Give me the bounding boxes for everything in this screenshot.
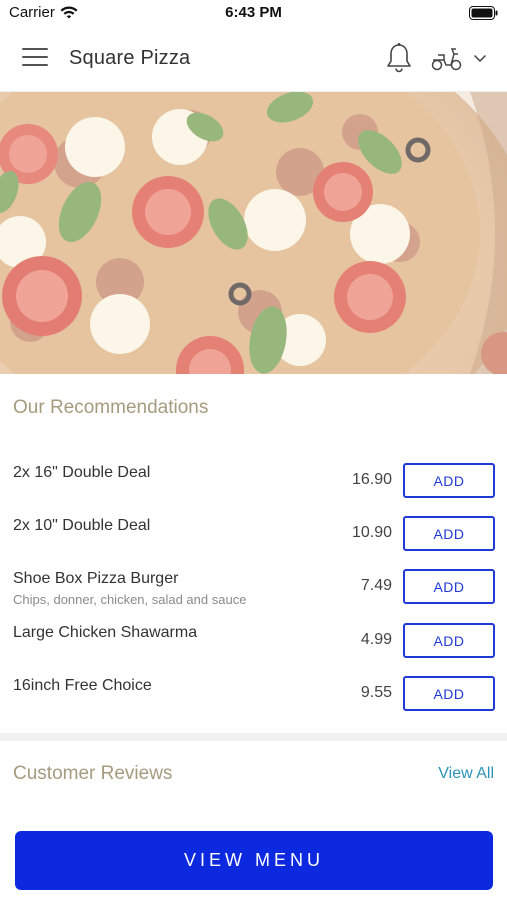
item-name: 16inch Free Choice [13,677,152,694]
list-item: 16inch Free Choice 9.55 ADD [0,659,507,711]
bell-icon[interactable] [384,42,414,74]
add-button[interactable]: ADD [403,516,495,551]
item-name: 2x 16" Double Deal [13,464,151,481]
status-bar: Carrier 6:43 PM [0,0,507,26]
add-button[interactable]: ADD [403,676,495,711]
item-price: 4.99 [360,631,392,648]
battery-icon [469,6,498,24]
view-menu-button[interactable]: VIEW MENU [15,831,493,890]
add-button[interactable]: ADD [403,569,495,604]
reviews-title: Customer Reviews [13,763,173,784]
hero-pizza-image [0,92,507,374]
scooter-icon[interactable] [430,46,464,72]
add-button[interactable]: ADD [403,463,495,498]
recommendations-title: Our Recommendations [13,397,209,418]
list-item: Large Chicken Shawarma 4.99 ADD [0,606,507,658]
item-description: Chips, donner, chicken, salad and sauce [13,592,247,607]
list-item: Shoe Box Pizza Burger Chips, donner, chi… [0,552,507,607]
list-item: 2x 10" Double Deal 10.90 ADD [0,499,507,551]
item-name: 2x 10" Double Deal [13,517,151,534]
list-item: 2x 16" Double Deal 16.90 ADD [0,446,507,498]
item-name: Large Chicken Shawarma [13,624,198,641]
hero-overlay [0,92,507,374]
section-divider [0,733,507,741]
app-header: Square Pizza [0,26,507,92]
item-price: 7.49 [360,577,392,594]
page-title: Square Pizza [69,47,191,69]
item-price: 16.90 [351,471,392,488]
view-all-link[interactable]: View All [438,765,494,783]
chevron-down-icon[interactable] [471,51,489,67]
hamburger-menu-icon[interactable] [22,48,48,70]
item-price: 9.55 [360,684,392,701]
status-time: 6:43 PM [225,4,282,21]
item-name: Shoe Box Pizza Burger [13,570,179,587]
item-price: 10.90 [351,524,392,541]
add-button[interactable]: ADD [403,623,495,658]
